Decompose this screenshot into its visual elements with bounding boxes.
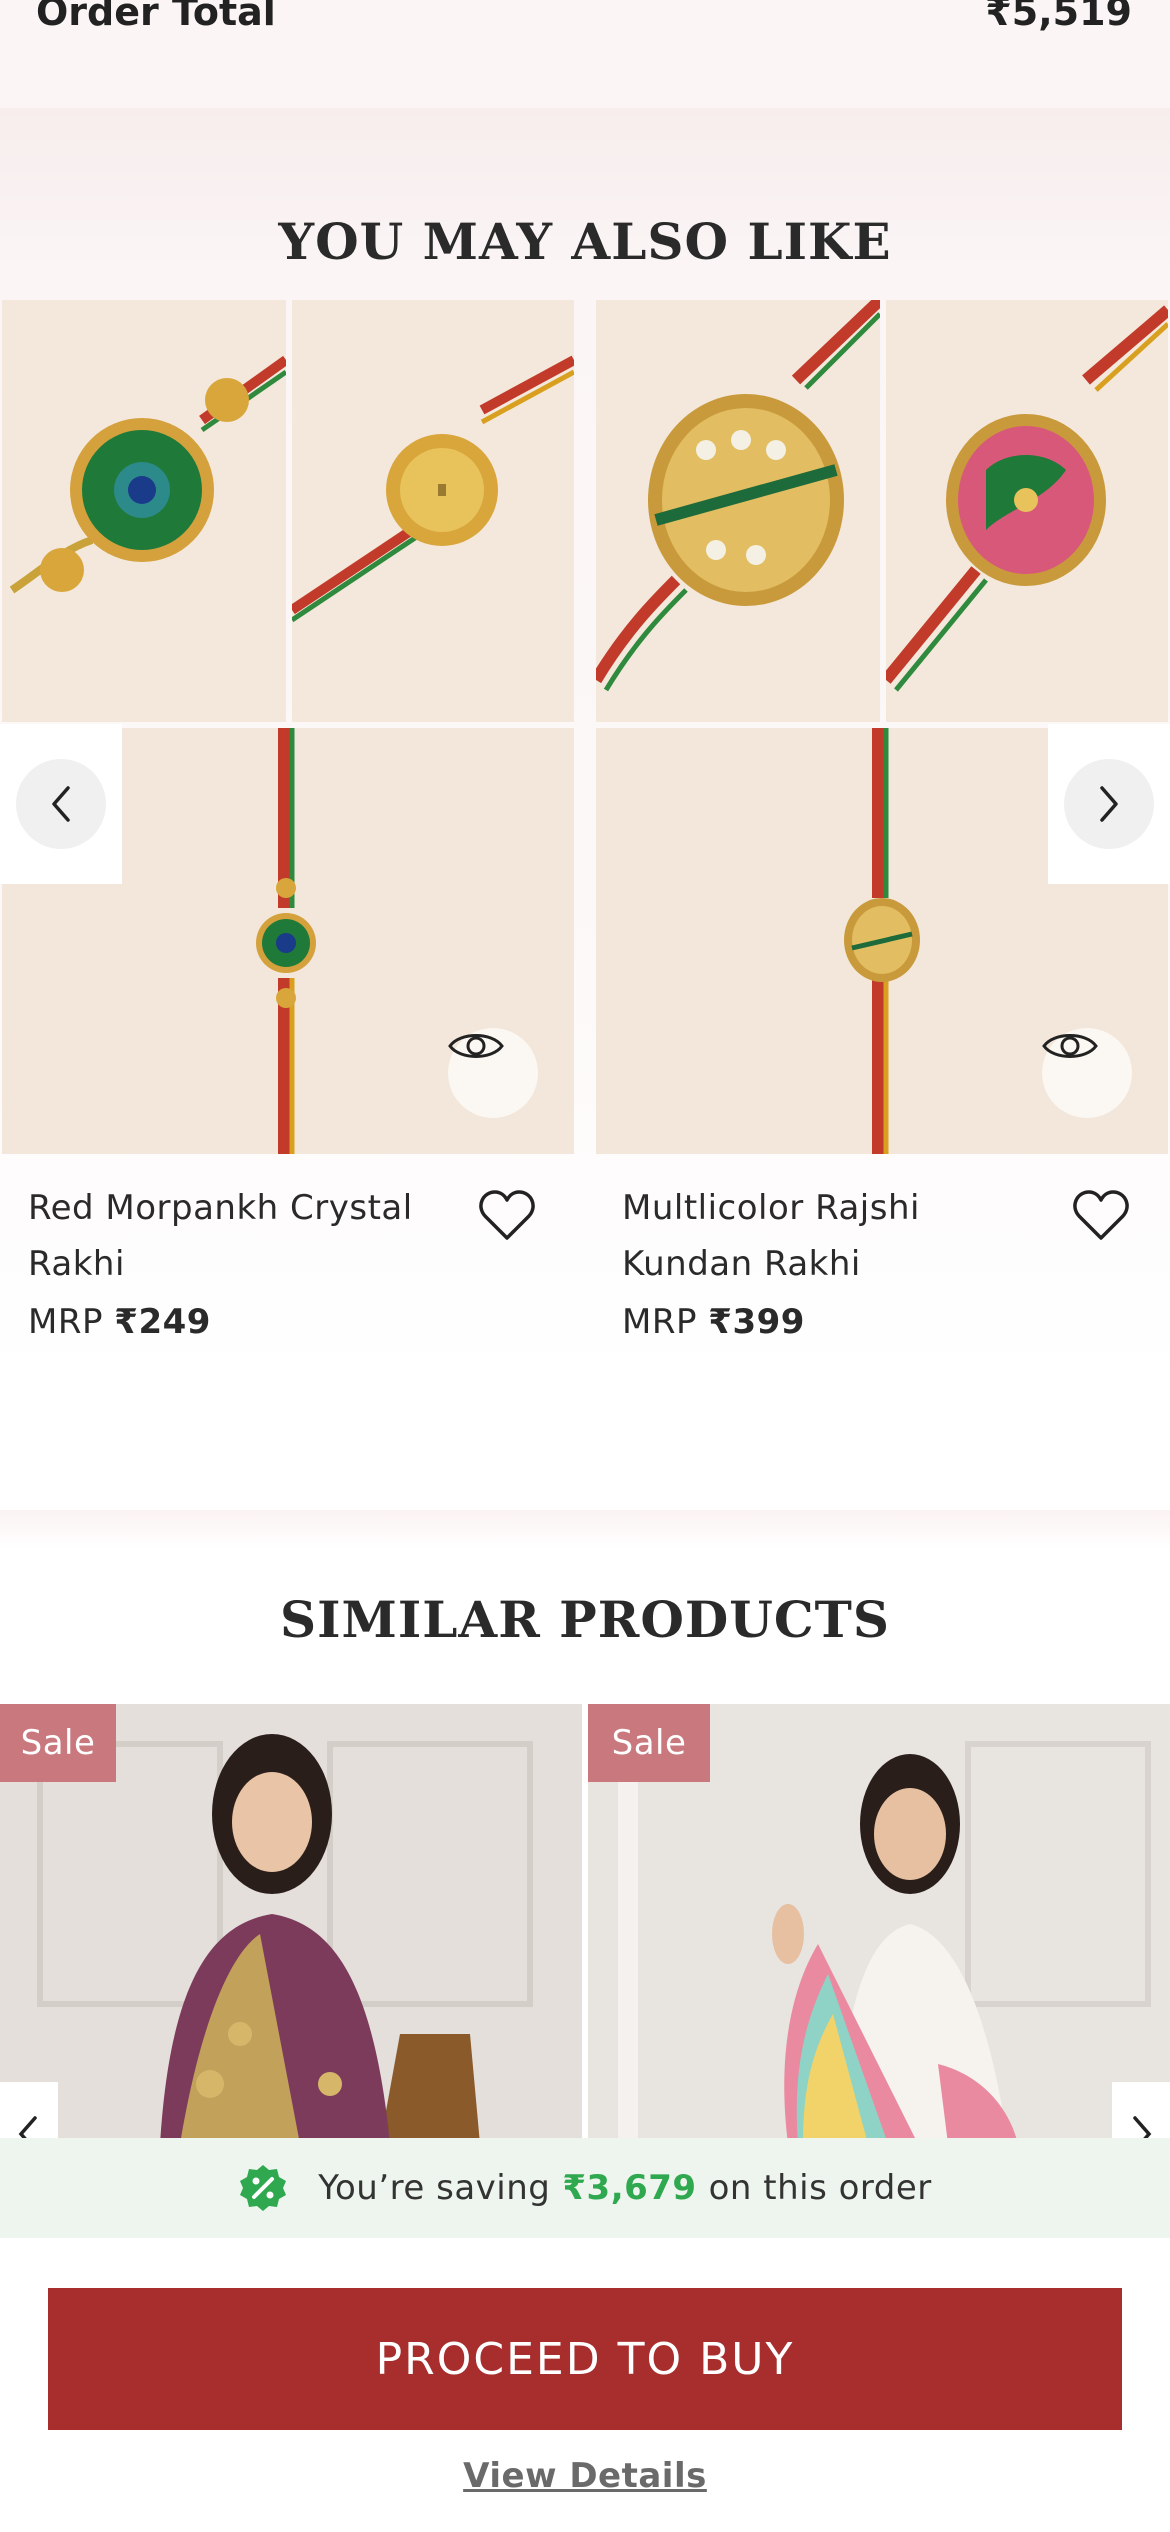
chevron-left-icon (52, 786, 70, 822)
price-prefix: MRP (28, 1302, 103, 1342)
eye-icon (448, 1034, 504, 1058)
quick-view-button[interactable] (1042, 1028, 1132, 1118)
you-may-also-like-section: YOU MAY ALSO LIKE Red Morpankh Crystal R… (0, 108, 1170, 1378)
similar-carousel-next-button[interactable] (1112, 2082, 1170, 2142)
similar-products-title: SIMILAR PRODUCTS (280, 1590, 890, 1649)
savings-suffix: on this order (708, 2168, 932, 2208)
product-name[interactable]: Red Morpankh Crystal Rakhi (28, 1180, 448, 1292)
savings-banner: You’re saving ₹3,679 on this order (0, 2138, 1170, 2238)
view-details-link[interactable]: View Details (0, 2456, 1170, 2496)
similar-product-card[interactable]: Sale (0, 1704, 582, 2144)
chevron-right-icon (1100, 786, 1118, 822)
carousel-next-button[interactable] (1048, 724, 1170, 884)
you-may-also-like-title: YOU MAY ALSO LIKE (278, 212, 892, 271)
sale-badge: Sale (0, 1704, 116, 1782)
product-info: Red Morpankh Crystal Rakhi MRP ₹249 (2, 1154, 574, 1364)
eye-icon (1042, 1034, 1098, 1058)
quick-view-button[interactable] (448, 1028, 538, 1118)
product-image (292, 300, 574, 722)
discount-badge-icon (240, 2165, 287, 2211)
proceed-to-buy-button[interactable]: PROCEED TO BUY (48, 2288, 1122, 2430)
savings-amount: ₹3,679 (562, 2168, 697, 2208)
order-total-value: ₹5,519 (985, 0, 1132, 34)
product-image (886, 300, 1168, 722)
carousel-prev-circle[interactable] (16, 759, 106, 849)
price-value: ₹249 (114, 1302, 211, 1342)
sale-badge: Sale (588, 1704, 710, 1782)
checkout-actions: PROCEED TO BUY View Details (0, 2238, 1170, 2532)
product-name[interactable]: Multlicolor Rajshi Kundan Rakhi (622, 1180, 1042, 1292)
product-info: Multlicolor Rajshi Kundan Rakhi MRP ₹399 (596, 1154, 1168, 1364)
similar-product-card[interactable]: Sale (588, 1704, 1170, 2144)
carousel-next-circle[interactable] (1064, 759, 1154, 849)
price-value: ₹399 (708, 1302, 805, 1342)
carousel-prev-button[interactable] (0, 724, 122, 884)
wishlist-heart-icon[interactable] (478, 1188, 536, 1242)
similar-carousel-prev-button[interactable] (0, 2082, 58, 2142)
order-total-label: Order Total (36, 0, 276, 34)
product-image (2, 300, 286, 722)
order-total-bar: Order Total ₹5,519 (0, 0, 1170, 108)
product-image (596, 300, 880, 722)
savings-prefix: You’re saving (318, 2168, 551, 2208)
wishlist-heart-icon[interactable] (1072, 1188, 1130, 1242)
price-prefix: MRP (622, 1302, 697, 1342)
product-price: MRP ₹249 (28, 1302, 548, 1342)
similar-products-section: SIMILAR PRODUCTS Sale Sale (0, 1510, 1170, 2150)
product-price: MRP ₹399 (622, 1302, 1142, 1342)
